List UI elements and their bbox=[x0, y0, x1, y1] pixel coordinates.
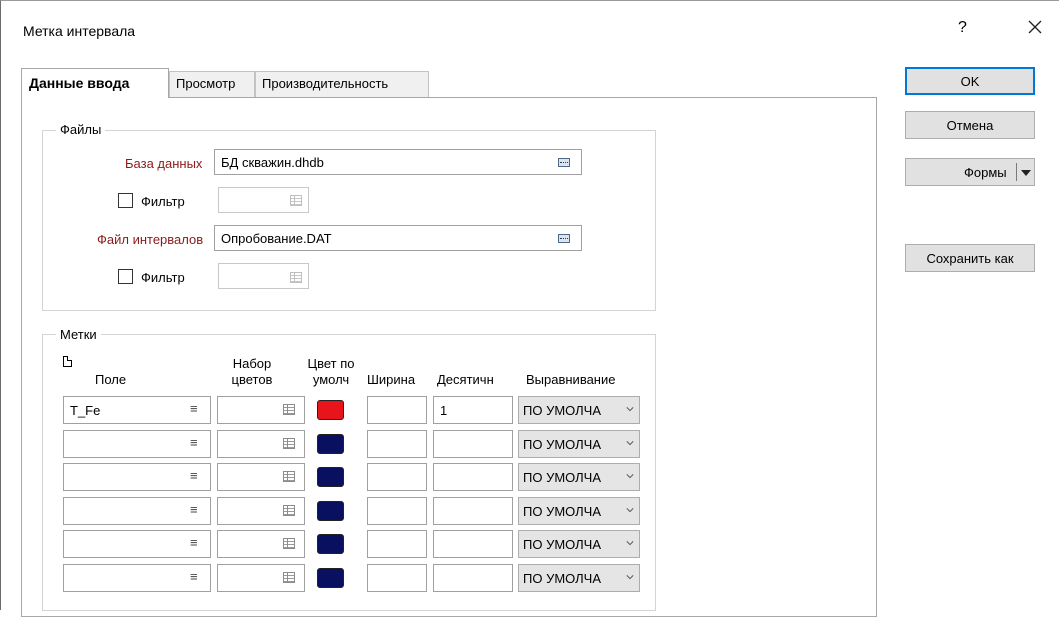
tab-view[interactable]: Просмотр bbox=[169, 71, 255, 98]
decimals-cell[interactable] bbox=[433, 497, 513, 525]
default-color-swatch[interactable] bbox=[317, 434, 344, 454]
width-cell[interactable] bbox=[367, 463, 427, 491]
field-cell[interactable] bbox=[63, 497, 211, 525]
chevron-down-icon bbox=[626, 541, 634, 546]
field-cell[interactable]: T_Fe bbox=[63, 396, 211, 424]
forms-split-divider bbox=[1016, 163, 1017, 181]
forms-button[interactable]: Формы bbox=[905, 158, 1035, 186]
column-header-decimals: Десятичн bbox=[437, 372, 494, 387]
close-icon[interactable] bbox=[1025, 17, 1045, 37]
field-menu-icon[interactable]: ≡ bbox=[190, 535, 198, 550]
alignment-value: ПО УМОЛЧА bbox=[523, 537, 601, 552]
colorset-table-icon[interactable] bbox=[283, 471, 295, 482]
interval-file-browse-icon[interactable] bbox=[558, 234, 570, 243]
default-color-swatch[interactable] bbox=[317, 400, 344, 420]
dialog-title: Метка интервала bbox=[23, 23, 136, 39]
tab-performance[interactable]: Производительность bbox=[255, 71, 429, 98]
alignment-select[interactable]: ПО УМОЛЧА bbox=[518, 430, 640, 458]
width-cell[interactable] bbox=[367, 530, 427, 558]
column-header-field: Поле bbox=[95, 372, 127, 387]
decimals-cell[interactable] bbox=[433, 530, 513, 558]
filter2-checkbox[interactable] bbox=[118, 269, 133, 284]
chevron-down-icon bbox=[626, 575, 634, 580]
database-value: БД скважин.dhdb bbox=[221, 155, 324, 170]
cancel-button[interactable]: Отмена bbox=[905, 111, 1035, 139]
filter1-label: Фильтр bbox=[141, 194, 185, 209]
filter2-table-icon bbox=[290, 272, 302, 283]
alignment-value: ПО УМОЛЧА bbox=[523, 504, 601, 519]
labels-group-legend: Метки bbox=[56, 327, 101, 342]
column-header-default-color: Цвет по умолч bbox=[295, 356, 367, 388]
save-as-button[interactable]: Сохранить как bbox=[905, 244, 1035, 272]
field-menu-icon[interactable]: ≡ bbox=[190, 435, 198, 450]
dialog-window: Метка интервала ? Данные ввода Просмотр … bbox=[0, 0, 1059, 617]
width-cell[interactable] bbox=[367, 497, 427, 525]
default-color-swatch[interactable] bbox=[317, 534, 344, 554]
field-cell[interactable] bbox=[63, 564, 211, 592]
decimals-cell[interactable] bbox=[433, 430, 513, 458]
field-menu-icon[interactable]: ≡ bbox=[190, 468, 198, 483]
colorset-table-icon[interactable] bbox=[283, 404, 295, 415]
default-color-swatch[interactable] bbox=[317, 467, 344, 487]
tab-input-data[interactable]: Данные ввода bbox=[21, 68, 169, 98]
colorset-table-icon[interactable] bbox=[283, 505, 295, 516]
alignment-value: ПО УМОЛЧА bbox=[523, 470, 601, 485]
chevron-down-icon bbox=[626, 474, 634, 479]
filter2-label: Фильтр bbox=[141, 270, 185, 285]
alignment-value: ПО УМОЛЧА bbox=[523, 403, 601, 418]
database-input[interactable]: БД скважин.dhdb bbox=[214, 149, 582, 175]
decimals-value: 1 bbox=[440, 403, 448, 418]
interval-file-input[interactable]: Опробование.DAT bbox=[214, 225, 582, 251]
forms-button-label: Формы bbox=[964, 165, 1007, 180]
colorset-table-icon[interactable] bbox=[283, 572, 295, 583]
files-group-legend: Файлы bbox=[56, 122, 106, 137]
interval-file-value: Опробование.DAT bbox=[221, 231, 332, 246]
field-menu-icon[interactable]: ≡ bbox=[190, 569, 198, 584]
database-browse-icon[interactable] bbox=[558, 158, 570, 167]
alignment-select[interactable]: ПО УМОЛЧА bbox=[518, 463, 640, 491]
help-button[interactable]: ? bbox=[958, 19, 967, 37]
field-cell[interactable] bbox=[63, 530, 211, 558]
dropdown-arrow-icon[interactable] bbox=[1021, 170, 1031, 176]
filter1-table-icon bbox=[290, 195, 302, 206]
default-color-header-line2: умолч bbox=[312, 372, 350, 387]
default-color-header-line1: Цвет по bbox=[307, 356, 355, 371]
alignment-select[interactable]: ПО УМОЛЧА bbox=[518, 396, 640, 424]
alignment-select[interactable]: ПО УМОЛЧА bbox=[518, 530, 640, 558]
colorset-table-icon[interactable] bbox=[283, 438, 295, 449]
database-label: База данных bbox=[125, 156, 203, 171]
alignment-select[interactable]: ПО УМОЛЧА bbox=[518, 564, 640, 592]
column-header-alignment: Выравнивание bbox=[526, 372, 616, 387]
column-header-width: Ширина bbox=[367, 372, 416, 387]
width-cell[interactable] bbox=[367, 430, 427, 458]
default-color-swatch[interactable] bbox=[317, 568, 344, 588]
new-row-icon[interactable] bbox=[63, 356, 72, 367]
default-color-swatch[interactable] bbox=[317, 501, 344, 521]
chevron-down-icon bbox=[626, 508, 634, 513]
field-cell[interactable] bbox=[63, 430, 211, 458]
decimals-cell[interactable]: 1 bbox=[433, 396, 513, 424]
alignment-value: ПО УМОЛЧА bbox=[523, 571, 601, 586]
alignment-value: ПО УМОЛЧА bbox=[523, 437, 601, 452]
width-cell[interactable] bbox=[367, 564, 427, 592]
width-cell[interactable] bbox=[367, 396, 427, 424]
alignment-select[interactable]: ПО УМОЛЧА bbox=[518, 497, 640, 525]
chevron-down-icon bbox=[626, 441, 634, 446]
column-header-colorset: Набор цветов bbox=[217, 356, 287, 388]
chevron-down-icon bbox=[626, 407, 634, 412]
interval-file-label: Файл интервалов bbox=[97, 232, 204, 247]
colorset-table-icon[interactable] bbox=[283, 538, 295, 549]
colorset-header-line1: Набор bbox=[232, 356, 272, 371]
decimals-cell[interactable] bbox=[433, 564, 513, 592]
ok-button[interactable]: OK bbox=[905, 67, 1035, 95]
field-value: T_Fe bbox=[70, 403, 101, 418]
filter1-checkbox[interactable] bbox=[118, 193, 133, 208]
colorset-header-line2: цветов bbox=[231, 372, 273, 387]
field-cell[interactable] bbox=[63, 463, 211, 491]
field-menu-icon[interactable]: ≡ bbox=[190, 401, 198, 416]
decimals-cell[interactable] bbox=[433, 463, 513, 491]
field-menu-icon[interactable]: ≡ bbox=[190, 502, 198, 517]
